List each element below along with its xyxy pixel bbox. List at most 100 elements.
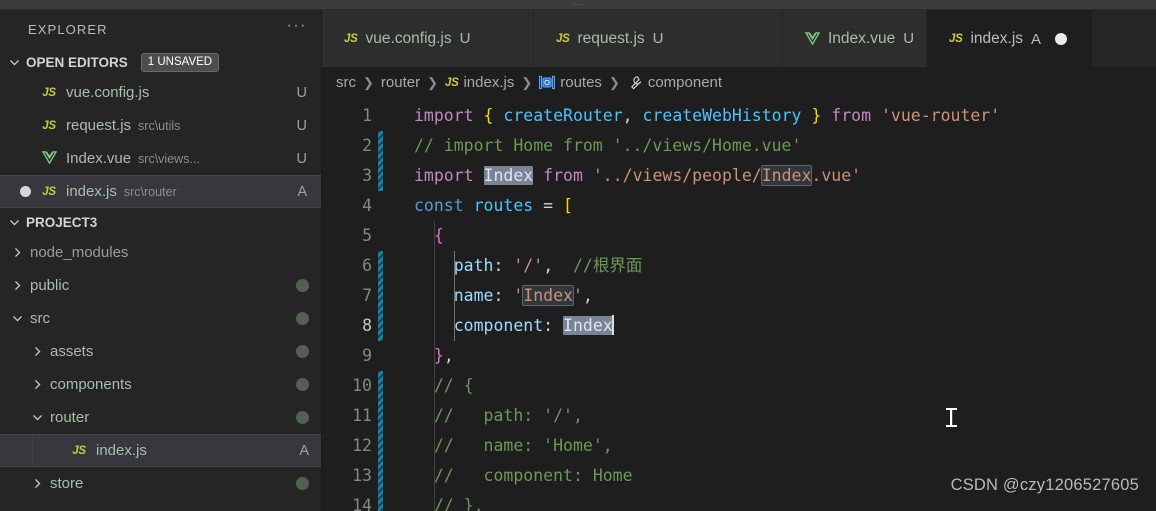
open-editor-item[interactable]: JS request.js src\utils U (0, 109, 321, 142)
editor-tab-index-vue[interactable]: Index.vue U (783, 10, 927, 67)
breadcrumb-item-router[interactable]: router (381, 74, 420, 91)
open-editors-section-header[interactable]: OPEN EDITORS 1 UNSAVED (0, 48, 321, 76)
dirty-indicator-icon[interactable] (1055, 33, 1068, 45)
open-editor-filepath: src\router (123, 184, 177, 199)
editor-tab-status: A (1031, 30, 1042, 48)
code-line[interactable]: name: 'Index', (394, 281, 1156, 311)
tree-item-label: node_modules (30, 244, 129, 261)
tree-item-label: index.js (96, 442, 147, 459)
breadcrumb-label: routes (560, 74, 602, 91)
tree-item-public[interactable]: public (0, 269, 321, 302)
js-file-icon: JS (556, 32, 570, 45)
editor-tab-status: U (903, 30, 915, 47)
tree-item-label: components (50, 376, 132, 393)
editor-tab-vue-config-js[interactable]: JS vue.config.js U (322, 10, 534, 67)
code-line[interactable]: component: Index (394, 311, 1156, 341)
tree-item-store[interactable]: store (0, 467, 321, 500)
explorer-title: EXPLORER (28, 21, 108, 37)
modified-line-indicator (378, 371, 383, 511)
indent-guide (32, 435, 33, 466)
tree-item-label: public (30, 277, 70, 294)
code-line[interactable]: { (394, 221, 1156, 251)
line-number: 2 (362, 136, 372, 155)
open-editor-status: U (296, 84, 307, 101)
chevron-right-icon (8, 246, 26, 259)
open-editor-status: U (296, 150, 307, 167)
minimap[interactable] (1096, 98, 1156, 511)
code-line[interactable]: // import Home from '../views/Home.vue' (394, 131, 1156, 161)
breadcrumb-label: router (380, 74, 421, 91)
breadcrumb-item-index-js[interactable]: JS index.js (445, 74, 514, 91)
js-file-icon: JS (42, 119, 56, 132)
tree-item-src[interactable]: src (0, 302, 321, 335)
code-line[interactable]: }, (394, 341, 1156, 371)
unsaved-count-badge: 1 UNSAVED (140, 52, 220, 72)
tree-item-assets[interactable]: assets (0, 335, 321, 368)
line-number: 5 (362, 226, 372, 245)
project-name-label: PROJECT3 (26, 214, 98, 230)
chevron-down-icon (6, 214, 22, 230)
editor-tab-label: index.js (970, 30, 1024, 47)
open-editor-item[interactable]: JS index.js src\router A (0, 175, 321, 208)
chevron-right-icon (28, 477, 46, 490)
js-file-icon: JS (344, 32, 358, 45)
tree-item-components[interactable]: components (0, 368, 321, 401)
editor-tab-label: vue.config.js (365, 29, 452, 47)
title-bar-dots: ··· (572, 0, 584, 9)
code-line[interactable]: // name: 'Home', (394, 431, 1156, 461)
tree-item-label: src (30, 310, 50, 327)
explorer-title-bar: EXPLORER ··· (0, 10, 321, 48)
code-editor[interactable]: 123456789101112131415 import { createRou… (322, 98, 1156, 511)
variable-symbol-icon (539, 75, 556, 90)
editor-tab-request-js[interactable]: JS request.js U (534, 10, 783, 67)
git-status-dot-icon (296, 345, 309, 358)
git-status-dot-icon (296, 279, 309, 292)
open-editors-label: OPEN EDITORS (26, 54, 128, 70)
js-file-icon: JS (72, 444, 86, 457)
indent-guide (433, 221, 435, 511)
vscode-window: ··· EXPLORER ··· OPEN EDITORS 1 UNSAVED … (0, 0, 1156, 511)
code-line[interactable]: const routes = [ (394, 191, 1156, 221)
breadcrumb-separator-icon: ❯ (363, 74, 374, 90)
project-file-tree: node_modulespublic src assets components rou… (0, 236, 321, 500)
line-number-gutter: 123456789101112131415 (322, 98, 394, 511)
open-editor-status: A (297, 183, 307, 200)
more-actions-icon[interactable]: ··· (287, 18, 307, 37)
code-line[interactable]: path: '/', //根界面 (394, 251, 1156, 281)
tree-item-status: A (299, 442, 309, 459)
tree-item-node-modules[interactable]: node_modules (0, 236, 321, 269)
open-editor-filename: request.js (66, 117, 132, 134)
editor-tab-index-js[interactable]: JS index.js A (927, 10, 1093, 67)
breadcrumb-item-routes[interactable]: routes (539, 74, 602, 91)
chevron-down-icon (6, 54, 22, 70)
code-line[interactable]: // { (394, 371, 1156, 401)
tree-item-index-js[interactable]: JS index.js A (0, 434, 321, 467)
line-number: 6 (362, 256, 372, 275)
breadcrumb: src ❯ router ❯ JS index.js ❯ routes ❯ component (322, 67, 1156, 98)
git-status-dot-icon (296, 477, 309, 490)
line-number: 7 (362, 286, 372, 305)
tree-item-router[interactable]: router (0, 401, 321, 434)
chevron-right-icon (8, 279, 26, 292)
breadcrumb-item-component[interactable]: component (627, 74, 722, 91)
project-section-header[interactable]: PROJECT3 (0, 208, 321, 236)
code-content[interactable]: import { createRouter, createWebHistory … (394, 98, 1156, 511)
open-editor-item[interactable]: Index.vue src\views... U (0, 142, 321, 175)
code-line[interactable]: // path: '/', (394, 401, 1156, 431)
modified-line-indicator (378, 251, 383, 341)
js-file-icon: JS (42, 86, 56, 99)
tree-item-label: router (50, 409, 90, 426)
watermark-text: CSDN @czy1206527605 (950, 476, 1139, 494)
workbench-body: EXPLORER ··· OPEN EDITORS 1 UNSAVED JS vu… (0, 10, 1156, 511)
breadcrumb-item-src[interactable]: src (336, 74, 356, 91)
chevron-right-icon (28, 345, 46, 358)
open-editor-item[interactable]: JS vue.config.js U (0, 76, 321, 109)
editor-tab-label: Index.vue (828, 29, 896, 47)
tree-item-label: store (50, 475, 84, 492)
open-editor-status: U (296, 117, 307, 134)
line-number: 12 (352, 436, 372, 455)
js-file-icon: JS (949, 33, 963, 45)
code-line[interactable]: import { createRouter, createWebHistory … (394, 101, 1156, 131)
code-line[interactable]: import Index from '../views/people/Index… (394, 161, 1156, 191)
open-editors-list: JS vue.config.js U JS request.js src\utils U In… (0, 76, 321, 208)
